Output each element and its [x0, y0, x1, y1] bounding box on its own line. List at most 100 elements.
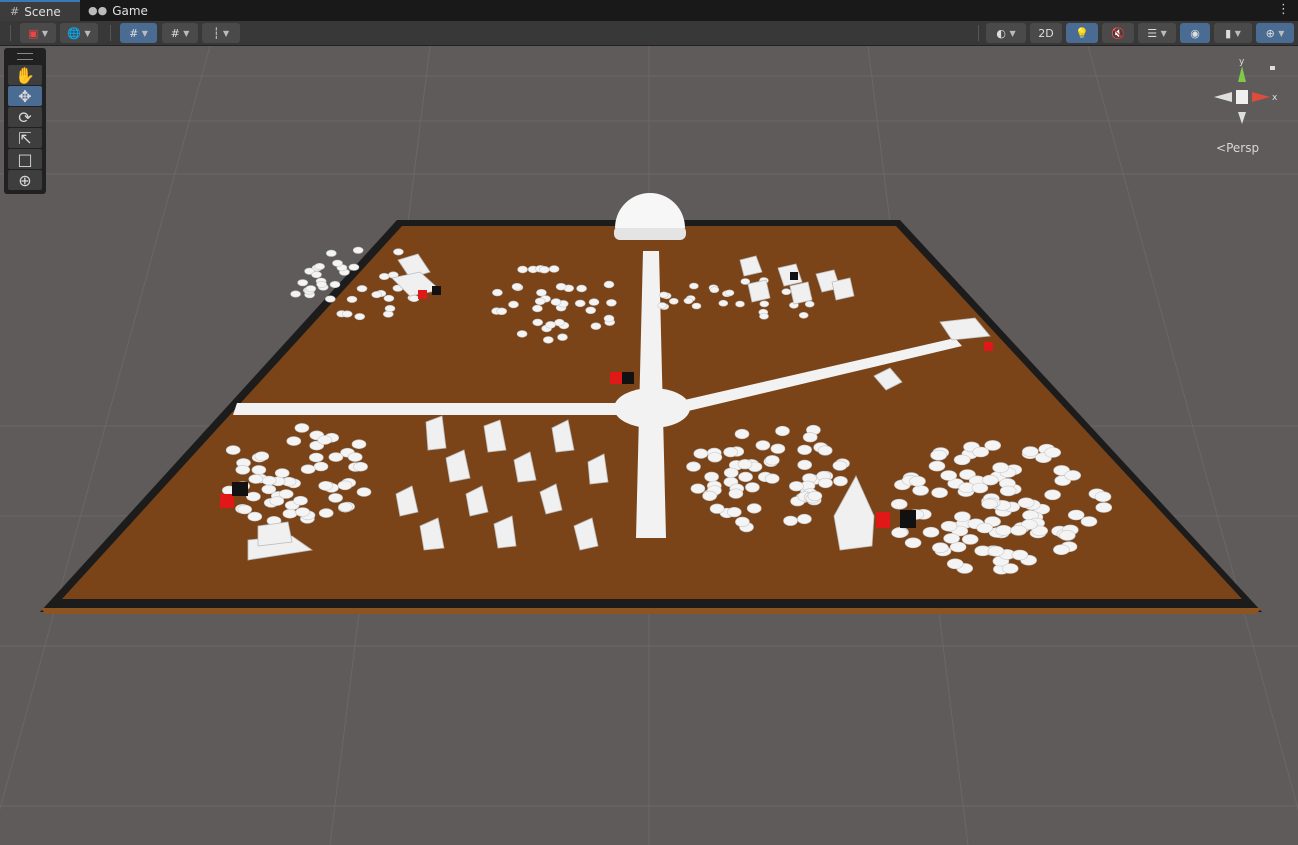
toolbar-divider: [978, 25, 979, 41]
tree: [992, 462, 1009, 473]
tree: [746, 503, 762, 514]
tree: [971, 482, 989, 494]
draw-mode-icon: ▣: [27, 26, 39, 40]
tree: [981, 474, 999, 486]
effects-icon: ☰: [1147, 26, 1158, 40]
gizmo-center: [1236, 90, 1248, 104]
tree: [976, 522, 994, 534]
tree: [691, 302, 702, 310]
camera-icon: ▮: [1225, 26, 1232, 40]
camera-button[interactable]: ▮ ▼: [1214, 23, 1252, 43]
scene-visibility-icon: ◉: [1190, 26, 1200, 40]
tree: [603, 280, 615, 289]
gizmos-button[interactable]: ⊕ ▼: [1256, 23, 1294, 43]
scale-icon: ⇱: [18, 128, 32, 148]
tree: [797, 444, 812, 455]
lighting-icon: 💡: [1075, 26, 1089, 40]
tree: [246, 491, 261, 502]
tree: [709, 503, 725, 514]
tree: [293, 495, 308, 506]
move-icon: ✥: [18, 86, 32, 106]
tree: [517, 265, 528, 274]
grid-icon: #: [10, 5, 20, 18]
transform-tool[interactable]: ⊕: [8, 170, 42, 190]
tab-game[interactable]: ●● Game: [82, 0, 158, 21]
tree: [316, 280, 327, 288]
tree: [707, 452, 723, 463]
tree: [254, 451, 270, 462]
tree: [300, 464, 316, 475]
increment-snap-button[interactable]: # ▼: [162, 23, 198, 43]
tree: [555, 283, 567, 291]
tree: [225, 445, 241, 455]
neg-x-axis-cone: [1214, 92, 1232, 102]
scene-visibility-button[interactable]: ◉: [1180, 23, 1210, 43]
tree: [943, 533, 960, 544]
tab-scene[interactable]: # Scene: [0, 0, 80, 21]
tree: [542, 336, 554, 344]
grid-snap-icon: #: [129, 26, 139, 40]
tree: [590, 322, 602, 330]
projection-toggle[interactable]: <Persp: [1216, 141, 1259, 155]
toolbar-divider: [10, 25, 11, 41]
tree: [931, 487, 948, 499]
effects-button[interactable]: ☰ ▼: [1138, 23, 1176, 43]
tree: [261, 475, 277, 486]
rect-tool[interactable]: □: [8, 149, 42, 169]
tree: [538, 266, 550, 274]
hand-icon: ✋: [15, 65, 35, 85]
rotate-tool[interactable]: ⟳: [8, 107, 42, 127]
tree: [585, 306, 597, 314]
drag-handle-icon[interactable]: [17, 53, 33, 60]
tree: [723, 467, 739, 478]
more-options-icon[interactable]: ⋮: [1277, 2, 1290, 17]
gizmo-y-label: y: [1239, 57, 1245, 67]
chevron-down-icon: ▼: [1278, 28, 1285, 38]
move-tool[interactable]: ✥: [8, 86, 42, 106]
scene-viewport[interactable]: [0, 46, 1298, 845]
mode-2d-button[interactable]: 2D: [1030, 23, 1062, 43]
tree: [734, 428, 750, 440]
shading-mode-button[interactable]: ◐ ▼: [986, 23, 1026, 43]
tree: [508, 300, 519, 309]
tree: [764, 473, 780, 484]
tree: [324, 295, 336, 303]
tree: [745, 482, 760, 493]
tree: [1010, 525, 1027, 536]
lighting-button[interactable]: 💡: [1066, 23, 1098, 43]
tree: [332, 259, 343, 267]
global-view-button[interactable]: 🌐 ▼: [60, 23, 98, 43]
tree: [735, 300, 745, 308]
shading-mode-icon: ◐: [996, 26, 1006, 40]
draw-mode-button[interactable]: ▣ ▼: [20, 23, 56, 43]
tree: [1044, 489, 1061, 501]
tree: [928, 460, 946, 472]
grid-snap-button[interactable]: # ▼: [120, 23, 157, 43]
hand-tool[interactable]: ✋: [8, 65, 42, 85]
tree: [759, 312, 769, 320]
gizmos-icon: ⊕: [1265, 26, 1275, 40]
tree: [557, 333, 568, 341]
tree: [726, 507, 742, 518]
ruler-button[interactable]: ┆ ▼: [202, 23, 240, 43]
tree: [297, 279, 309, 287]
gizmo-x-label: x: [1272, 93, 1278, 103]
tree: [548, 265, 560, 273]
tree: [383, 294, 395, 302]
red-marker: [610, 372, 622, 384]
tree: [972, 446, 990, 458]
tree: [348, 263, 360, 271]
x-axis-cone: [1252, 92, 1270, 102]
scale-tool[interactable]: ⇱: [8, 128, 42, 148]
tree: [922, 526, 940, 538]
chevron-down-icon: ▼: [222, 28, 230, 38]
tree: [371, 291, 383, 299]
black-marker: [622, 372, 634, 384]
tree: [576, 284, 587, 293]
audio-button[interactable]: 🔇: [1102, 23, 1134, 43]
y-axis-cone: [1238, 66, 1246, 82]
tree: [832, 460, 848, 471]
mode-2d-label: 2D: [1038, 26, 1054, 40]
orientation-gizmo[interactable]: y x: [1210, 56, 1280, 126]
black-marker: [900, 510, 916, 528]
